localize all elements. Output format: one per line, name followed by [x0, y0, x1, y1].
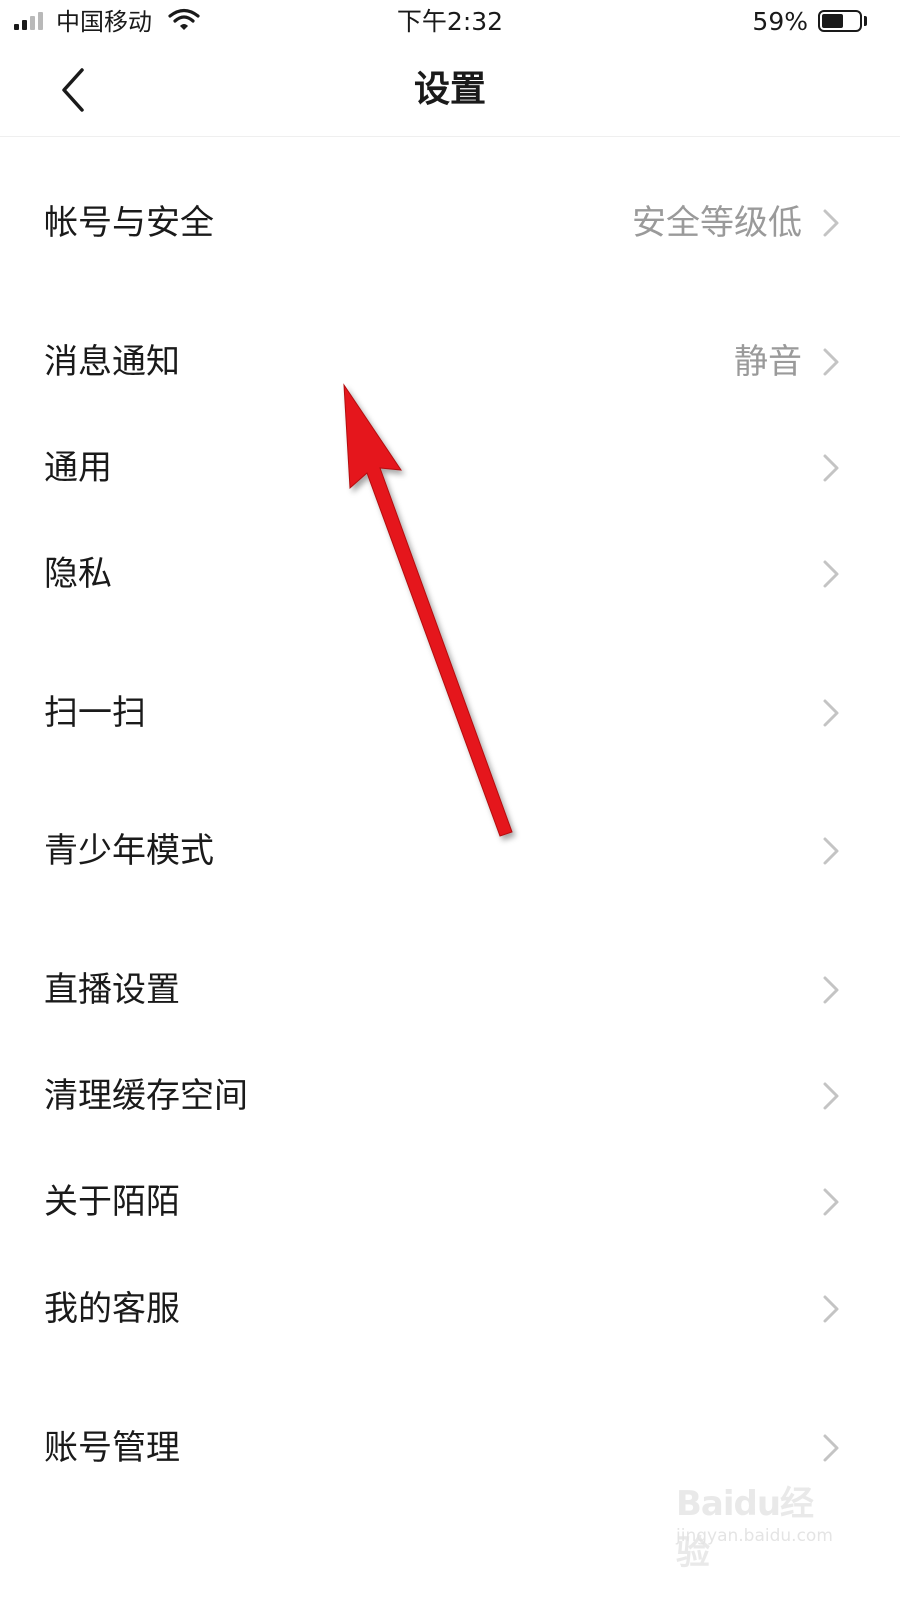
- chevron-right-icon: [823, 209, 839, 237]
- settings-item-label: 帐号与安全: [44, 203, 214, 243]
- settings-item-clear-cache[interactable]: 清理缓存空间: [0, 1046, 900, 1146]
- chevron-right-icon: [823, 837, 839, 865]
- settings-item-label: 关于陌陌: [44, 1182, 180, 1222]
- settings-item-teen-mode[interactable]: 青少年模式: [0, 801, 900, 901]
- settings-item-label: 隐私: [44, 554, 112, 594]
- battery-icon: [818, 10, 862, 32]
- battery-percentage: 59%: [752, 7, 808, 36]
- chevron-right-icon: [823, 1082, 839, 1110]
- settings-item-label: 消息通知: [44, 342, 180, 382]
- settings-item-label: 我的客服: [44, 1289, 180, 1329]
- navigation-bar: 设置: [0, 44, 900, 137]
- settings-item-label: 通用: [44, 448, 112, 488]
- watermark-brand: Baidu经验: [676, 1484, 814, 1573]
- watermark: Baidu经验 jingyan.baidu.com: [676, 1468, 846, 1573]
- settings-item-scan[interactable]: 扫一扫: [0, 663, 900, 763]
- settings-item-label: 青少年模式: [44, 831, 214, 871]
- settings-item-live-settings[interactable]: 直播设置: [0, 940, 900, 1040]
- chevron-right-icon: [823, 1295, 839, 1323]
- settings-item-label: 扫一扫: [44, 693, 146, 733]
- watermark-url: jingyan.baidu.com: [676, 1526, 833, 1546]
- notification-mode-value: 静音: [734, 342, 802, 382]
- settings-item-label: 直播设置: [44, 970, 180, 1010]
- settings-item-privacy[interactable]: 隐私: [0, 524, 900, 624]
- settings-item-customer-service[interactable]: 我的客服: [0, 1259, 900, 1359]
- settings-item-account-security[interactable]: 帐号与安全 安全等级低: [0, 173, 900, 273]
- settings-item-general[interactable]: 通用: [0, 418, 900, 518]
- security-level-value: 安全等级低: [632, 203, 802, 243]
- chevron-right-icon: [823, 1434, 839, 1462]
- chevron-right-icon: [823, 348, 839, 376]
- settings-item-notifications[interactable]: 消息通知 静音: [0, 312, 900, 412]
- battery-cap: [864, 16, 867, 26]
- settings-item-about[interactable]: 关于陌陌: [0, 1152, 900, 1252]
- battery-fill: [822, 14, 843, 28]
- settings-item-label: 账号管理: [44, 1428, 180, 1468]
- chevron-right-icon: [823, 1188, 839, 1216]
- status-bar: 中国移动 下午2:32 59%: [0, 0, 900, 44]
- settings-item-label: 清理缓存空间: [44, 1076, 248, 1116]
- page-title: 设置: [413, 69, 486, 110]
- chevron-right-icon: [823, 976, 839, 1004]
- chevron-right-icon: [823, 699, 839, 727]
- chevron-right-icon: [823, 454, 839, 482]
- chevron-right-icon: [823, 560, 839, 588]
